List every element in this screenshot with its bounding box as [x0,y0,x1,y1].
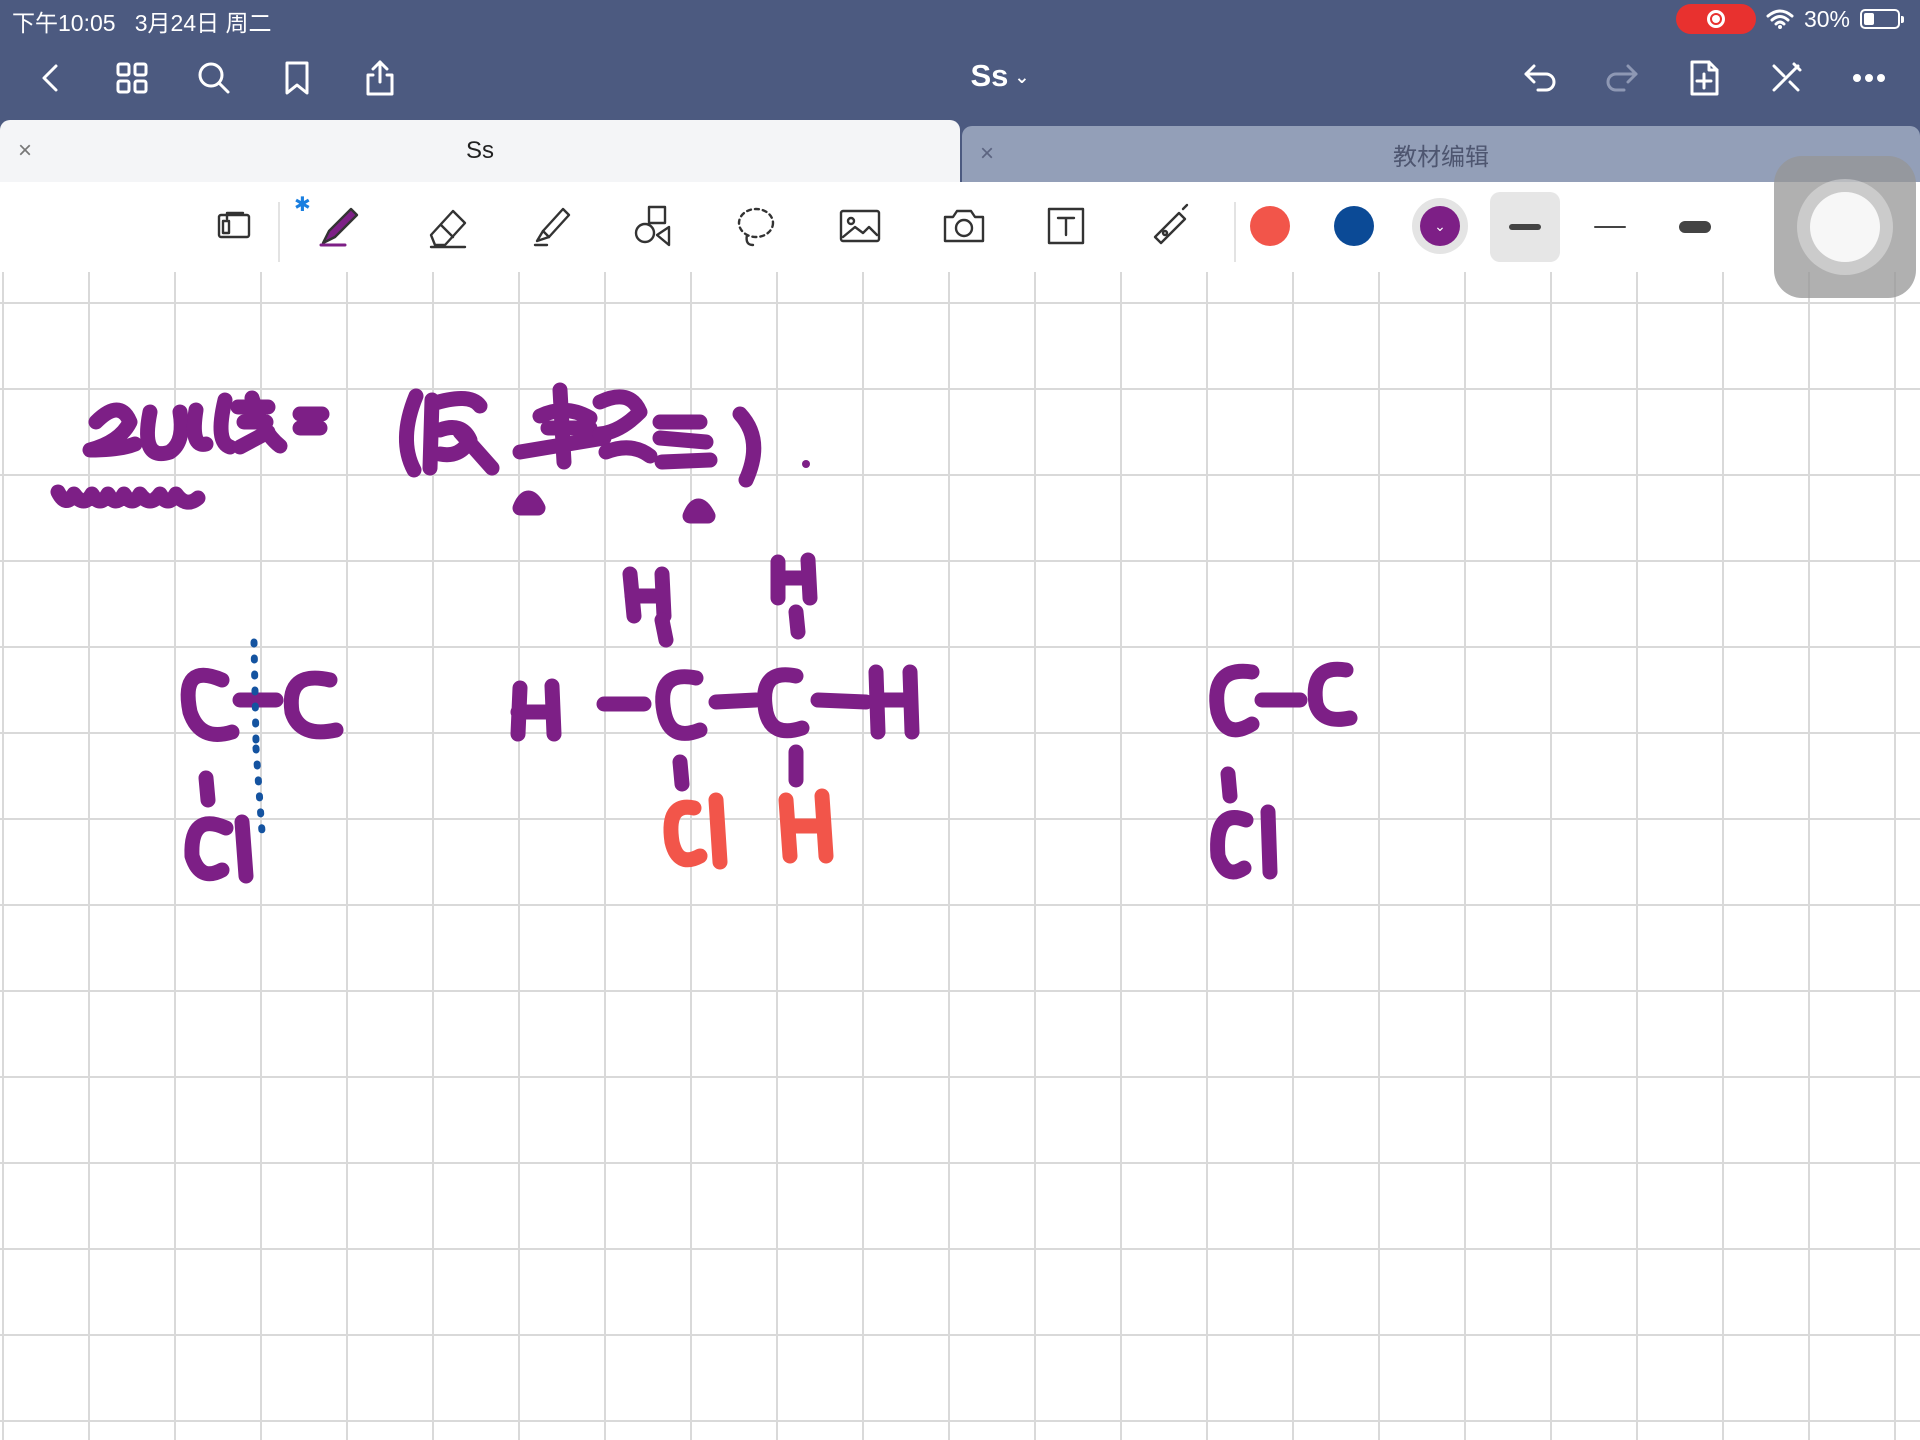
wifi-icon [1766,9,1794,29]
handwritten-structure-2 [510,552,920,870]
add-page-icon[interactable] [1680,54,1728,102]
document-title: Ss [970,58,1009,93]
status-time: 下午10:05 [12,10,116,36]
back-icon[interactable] [26,54,74,102]
lasso-icon[interactable] [726,196,786,256]
stroke-width-medium[interactable] [1490,192,1560,262]
bookmark-icon[interactable] [273,54,321,102]
image-icon[interactable] [830,196,890,256]
search-icon[interactable] [190,54,238,102]
pen-icon[interactable] [310,196,370,256]
status-bar-right: 30% [1675,4,1904,34]
text-box-icon[interactable] [1036,196,1096,256]
shapes-icon[interactable] [624,196,684,256]
screen-recording-indicator[interactable] [1675,4,1756,34]
highlighter-icon[interactable] [522,196,582,256]
status-date: 3月24日 周二 [134,10,272,36]
more-icon[interactable] [1845,54,1893,102]
status-bar-left: 下午10:05 3月24日 周二 [12,4,272,38]
stroke-width-thick[interactable] [1660,192,1730,262]
chevron-down-icon: ⌄ [1420,206,1460,246]
tab-label: Ss [465,137,494,164]
undo-icon[interactable] [1516,54,1564,102]
drawing-toolbar: ✱ ⌄ [0,182,1920,274]
chevron-down-icon: ⌄ [1014,67,1030,88]
share-icon[interactable] [356,54,404,102]
eraser-icon[interactable] [418,196,478,256]
note-canvas[interactable] [0,272,1920,1440]
camera-icon[interactable] [934,196,994,256]
tab-label: 教材编辑 [1393,143,1489,171]
color-swatch-purple[interactable]: ⌄ [1412,198,1468,254]
laser-pointer-icon[interactable] [1140,196,1200,256]
close-tab-icon[interactable]: × [980,140,994,168]
redo-icon[interactable] [1598,54,1646,102]
toolbar-divider [1234,202,1236,262]
handwritten-structure-1 [180,638,344,884]
page-layout-icon[interactable] [204,196,264,256]
assistive-touch-button[interactable] [1774,156,1916,298]
handwritten-heading [50,382,810,524]
toolbar-divider [278,202,280,262]
close-toolbar-icon[interactable] [1762,54,1810,102]
color-swatch-blue[interactable] [1334,206,1374,246]
document-tabs: × Ss × 教材编辑 [0,120,1920,182]
tab-ss[interactable]: × Ss [0,120,960,182]
close-tab-icon[interactable]: × [18,137,32,165]
grid-icon[interactable] [108,54,156,102]
document-title-dropdown[interactable]: Ss ⌄ [930,58,1070,94]
bluetooth-icon: ✱ [294,194,311,216]
color-swatch-red[interactable] [1250,206,1290,246]
handwritten-structure-3 [1209,661,1358,880]
handwriting-layer [50,382,1358,884]
navigation-bar: 下午10:05 3月24日 周二 30% Ss ⌄ [0,0,1920,120]
battery-icon [1860,9,1904,29]
stroke-width-thin[interactable] [1575,192,1645,262]
battery-percentage: 30% [1803,5,1850,32]
